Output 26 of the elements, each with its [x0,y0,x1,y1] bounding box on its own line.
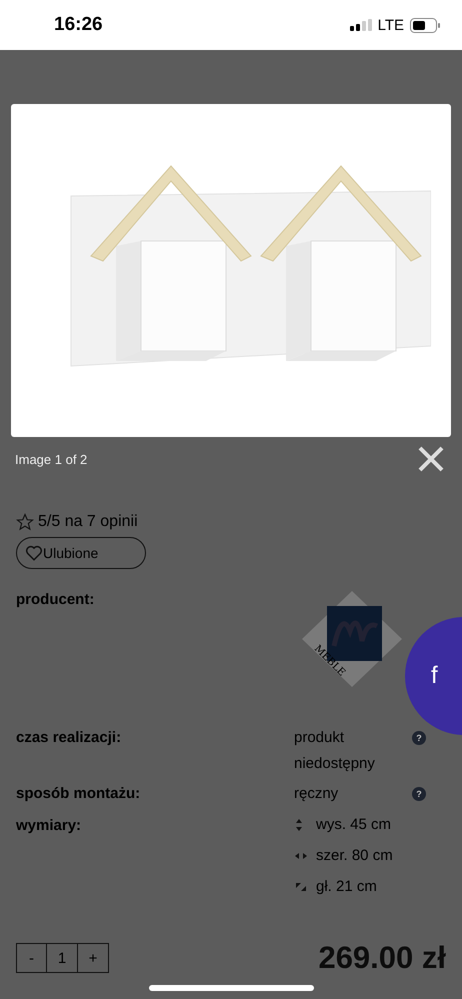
battery-icon [410,18,440,32]
dimension-icon [294,880,308,894]
close-button[interactable] [416,444,446,474]
spec-label: sposób montażu: [16,785,142,804]
dimension-value: wys. 45 cm [316,815,392,835]
quantity-field[interactable]: 1 [47,944,78,972]
dimension-value: gł. 21 cm [316,877,377,897]
favourite-button[interactable]: Ulubione [16,537,146,569]
rating-text: 5/5 na 7 opinii [38,513,138,531]
status-time: 16:26 [54,14,103,36]
signal-icon [350,19,372,31]
image-counter: Image 1 of 2 [15,452,88,466]
spec-label: wymiary: [16,817,82,836]
increase-button[interactable]: + [78,944,108,972]
spec-label: producent: [16,591,96,610]
star-icon [16,513,34,531]
help-icon[interactable]: ? [412,787,426,801]
facebook-button[interactable]: f [405,617,462,735]
decrease-button[interactable]: - [17,944,47,972]
dimension-value: szer. 80 cm [316,846,393,866]
price: 269.00 zł [318,940,446,976]
network-type: LTE [378,16,404,34]
heart-icon [25,544,43,562]
help-icon[interactable]: ? [412,731,426,745]
spec-value: ręczny [294,784,340,804]
spec-label: czas realizacji: [16,729,122,748]
